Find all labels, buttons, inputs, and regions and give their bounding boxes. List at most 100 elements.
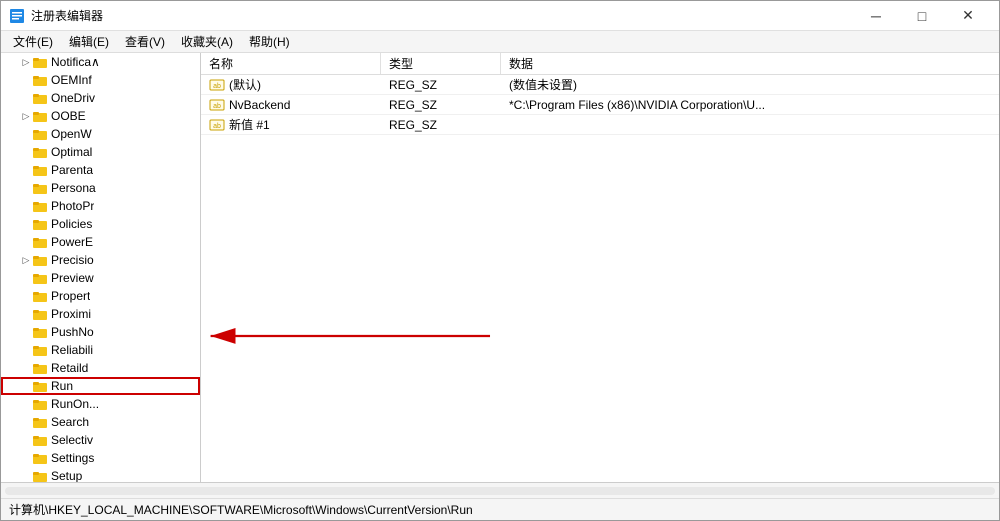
expand-proximi	[19, 307, 33, 321]
expand-reliabili	[19, 343, 33, 357]
col-header-type[interactable]: 类型	[381, 53, 501, 74]
tree-item-setup[interactable]: Setup	[1, 467, 200, 482]
tree-item-oeminf[interactable]: OEMInf	[1, 71, 200, 89]
menu-edit[interactable]: 编辑(E)	[61, 31, 117, 52]
detail-cell-type-newvalue: REG_SZ	[381, 118, 501, 132]
tree-item-openw[interactable]: OpenW	[1, 125, 200, 143]
tree-item-powere[interactable]: PowerE	[1, 233, 200, 251]
tree-label-search: Search	[51, 415, 89, 429]
scroll-track	[5, 487, 995, 495]
expand-openw	[19, 127, 33, 141]
folder-icon-run	[33, 378, 49, 394]
folder-icon-propert	[33, 288, 49, 304]
detail-row-newvalue[interactable]: ab 新值 #1 REG_SZ	[201, 115, 999, 135]
detail-row-nvbackend[interactable]: ab NvBackend REG_SZ *C:\Program Files (x…	[201, 95, 999, 115]
tree-item-preview[interactable]: Preview	[1, 269, 200, 287]
folder-icon-runonce	[33, 396, 49, 412]
folder-icon-settings	[33, 450, 49, 466]
detail-name-default: (默认)	[229, 76, 261, 93]
expand-powere	[19, 235, 33, 249]
tree-label-precisio: Precisio	[51, 253, 94, 267]
tree-item-photop[interactable]: PhotoPr	[1, 197, 200, 215]
tree-item-selectiv[interactable]: Selectiv	[1, 431, 200, 449]
tree-item-optimal[interactable]: Optimal	[1, 143, 200, 161]
tree-item-runonce[interactable]: RunOn...	[1, 395, 200, 413]
folder-icon-reliabili	[33, 342, 49, 358]
col-header-name[interactable]: 名称	[201, 53, 381, 74]
tree-label-photop: PhotoPr	[51, 199, 94, 213]
tree-label-propert: Propert	[51, 289, 90, 303]
detail-cell-type-default: REG_SZ	[381, 78, 501, 92]
registry-tree[interactable]: ▷ Notifica∧ OEMInf OneDriv	[1, 53, 201, 482]
tree-item-search[interactable]: Search	[1, 413, 200, 431]
col-header-data[interactable]: 数据	[501, 53, 999, 74]
tree-label-setup: Setup	[51, 469, 82, 482]
tree-label-policies: Policies	[51, 217, 92, 231]
tree-item-persona[interactable]: Persona	[1, 179, 200, 197]
expand-oeminf	[19, 73, 33, 87]
menu-view[interactable]: 查看(V)	[117, 31, 173, 52]
folder-icon-oobe	[33, 108, 49, 124]
bottom-scrollbar[interactable]	[1, 482, 999, 498]
tree-item-notifica[interactable]: ▷ Notifica∧	[1, 53, 200, 71]
title-bar-left: 注册表编辑器	[9, 7, 103, 24]
tree-item-onedriv[interactable]: OneDriv	[1, 89, 200, 107]
tree-item-settings[interactable]: Settings	[1, 449, 200, 467]
tree-label-onedriv: OneDriv	[51, 91, 95, 105]
tree-label-notifica: Notifica∧	[51, 55, 100, 69]
tree-label-openw: OpenW	[51, 127, 92, 141]
expand-oobe[interactable]: ▷	[19, 109, 33, 123]
folder-icon-setup	[33, 468, 49, 482]
tree-item-oobe[interactable]: ▷ OOBE	[1, 107, 200, 125]
expand-optimal	[19, 145, 33, 159]
tree-label-oeminf: OEMInf	[51, 73, 92, 87]
tree-item-propert[interactable]: Propert	[1, 287, 200, 305]
expand-propert	[19, 289, 33, 303]
tree-item-retaild[interactable]: Retaild	[1, 359, 200, 377]
detail-name-nvbackend: NvBackend	[229, 98, 290, 112]
folder-icon-notifica	[33, 54, 49, 70]
tree-label-powere: PowerE	[51, 235, 93, 249]
expand-parenta	[19, 163, 33, 177]
detail-header: 名称 类型 数据	[201, 53, 999, 75]
folder-icon-parenta	[33, 162, 49, 178]
tree-label-persona: Persona	[51, 181, 96, 195]
maximize-button[interactable]: □	[899, 1, 945, 31]
detail-cell-name-default: ab (默认)	[201, 76, 381, 93]
status-path: 计算机\HKEY_LOCAL_MACHINE\SOFTWARE\Microsof…	[9, 501, 473, 518]
expand-persona	[19, 181, 33, 195]
expand-setup	[19, 469, 33, 482]
title-bar-controls: ─ □ ✕	[853, 1, 991, 31]
tree-item-reliabili[interactable]: Reliabili	[1, 341, 200, 359]
folder-icon-precisio	[33, 252, 49, 268]
folder-icon-retaild	[33, 360, 49, 376]
svg-text:ab: ab	[213, 83, 221, 90]
minimize-button[interactable]: ─	[853, 1, 899, 31]
folder-icon-selectiv	[33, 432, 49, 448]
tree-label-parenta: Parenta	[51, 163, 93, 177]
tree-item-proximi[interactable]: Proximi	[1, 305, 200, 323]
menu-help[interactable]: 帮助(H)	[241, 31, 298, 52]
nvbackend-value-icon: ab	[209, 97, 225, 113]
folder-icon-policies	[33, 216, 49, 232]
close-button[interactable]: ✕	[945, 1, 991, 31]
expand-preview	[19, 271, 33, 285]
svg-text:ab: ab	[213, 103, 221, 110]
expand-notifica[interactable]: ▷	[19, 55, 33, 69]
tree-item-run[interactable]: Run	[1, 377, 200, 395]
detail-row-default[interactable]: ab (默认) REG_SZ (数值未设置)	[201, 75, 999, 95]
menu-favorites[interactable]: 收藏夹(A)	[173, 31, 241, 52]
expand-runonce	[19, 397, 33, 411]
tree-item-precisio[interactable]: ▷ Precisio	[1, 251, 200, 269]
tree-item-pushno[interactable]: PushNo	[1, 323, 200, 341]
expand-search	[19, 415, 33, 429]
tree-label-optimal: Optimal	[51, 145, 92, 159]
newvalue-icon: ab	[209, 117, 225, 133]
status-bar: 计算机\HKEY_LOCAL_MACHINE\SOFTWARE\Microsof…	[1, 498, 999, 520]
folder-icon-openw	[33, 126, 49, 142]
tree-item-parenta[interactable]: Parenta	[1, 161, 200, 179]
expand-precisio[interactable]: ▷	[19, 253, 33, 267]
tree-item-policies[interactable]: Policies	[1, 215, 200, 233]
title-bar: 注册表编辑器 ─ □ ✕	[1, 1, 999, 31]
menu-file[interactable]: 文件(E)	[5, 31, 61, 52]
